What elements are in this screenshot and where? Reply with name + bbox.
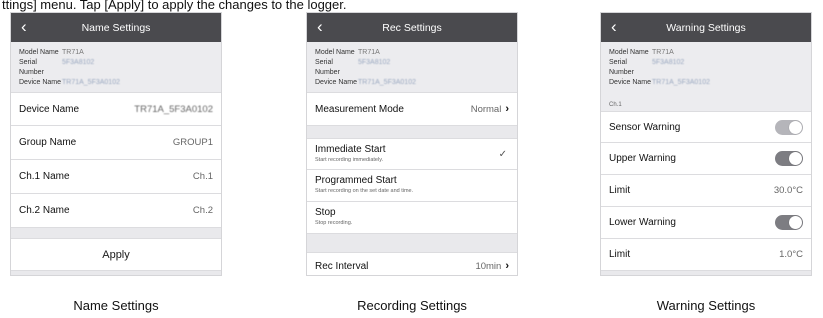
screen-title: Rec Settings (382, 21, 442, 34)
device-info: Model Name TR71A Serial Number 5F3A8102 De… (11, 42, 221, 92)
warning-settings-caption: Warning Settings (656, 298, 756, 313)
option-title: Programmed Start (315, 175, 397, 186)
row-value: Ch.2 (192, 205, 213, 216)
upper-limit-value: 30.0°C (773, 185, 803, 196)
checkmark-icon: ✓ (498, 149, 507, 160)
spacer (11, 228, 221, 238)
lower-limit-row[interactable]: Limit 1.0°C (601, 239, 811, 271)
serial-number-value: 5F3A8102 (652, 59, 685, 66)
spacer (307, 126, 517, 138)
device-name-value: TR71A_5F3A0102 (358, 79, 416, 86)
nav-bar: ‹ Name Settings (11, 13, 221, 42)
chevron-right-icon: › (505, 260, 509, 272)
model-name-value: TR71A (652, 49, 674, 56)
upper-warning-toggle[interactable] (775, 151, 803, 166)
device-name-label: Device Name (19, 79, 62, 86)
toggle-knob (789, 120, 802, 134)
nav-bar: ‹ Rec Settings (307, 13, 517, 42)
back-chevron-icon[interactable]: ‹ (21, 17, 27, 37)
row-label: Ch.2 Name (19, 205, 70, 216)
toggle-knob (789, 152, 802, 165)
sensor-warning-toggle[interactable] (775, 119, 803, 135)
serial-number-value: 5F3A8102 (358, 59, 391, 66)
device-name-label: Device Name (315, 79, 358, 86)
ch1-name-row[interactable]: Ch.1 Name Ch.1 (11, 160, 221, 194)
rec-interval-label: Rec Interval (315, 260, 369, 272)
device-name-value: TR71A_5F3A0102 (652, 79, 710, 86)
lower-limit-label: Limit (609, 249, 631, 260)
row-value: GROUP1 (172, 137, 213, 148)
apply-button[interactable]: Apply (11, 238, 221, 271)
ch2-name-row[interactable]: Ch.2 Name Ch.2 (11, 194, 221, 228)
row-label: Group Name (19, 137, 77, 148)
recording-settings-caption: Recording Settings (357, 298, 467, 313)
nav-bar: ‹ Warning Settings (601, 13, 811, 42)
device-info: Model Name TR71A Serial Number 5F3A8102 De… (601, 42, 811, 92)
name-settings-screen: ‹ Name Settings Model Name TR71A Serial N… (10, 12, 222, 276)
device-name-row[interactable]: Device Name TR71A_5F3A0102 (11, 92, 221, 126)
warning-settings-screen: ‹ Warning Settings Model Name TR71A Seria… (600, 12, 812, 276)
upper-limit-label: Limit (609, 185, 631, 196)
measurement-mode-row[interactable]: Measurement Mode Normal › (307, 92, 517, 126)
screen-title: Name Settings (81, 21, 151, 34)
row-value: Ch.1 (192, 171, 213, 182)
stop-option[interactable]: Stop Stop recording. (307, 202, 517, 234)
section-header: Ch.1 (601, 92, 811, 111)
chevron-right-icon: › (505, 103, 509, 115)
back-chevron-icon[interactable]: ‹ (611, 17, 617, 37)
serial-number-label: Serial Number (19, 59, 44, 76)
spacer (307, 234, 517, 252)
serial-number-label: Serial Number (315, 59, 340, 76)
lower-warning-row: Lower Warning (601, 207, 811, 239)
immediate-start-option[interactable]: Immediate Start Start recording immediat… (307, 138, 517, 170)
sensor-warning-row: Sensor Warning (601, 111, 811, 143)
model-name-label: Model Name (19, 49, 59, 56)
sensor-warning-label: Sensor Warning (609, 121, 681, 133)
option-title: Immediate Start (315, 144, 386, 155)
model-name-value: TR71A (358, 49, 380, 56)
model-name-label: Model Name (609, 49, 649, 56)
device-info: Model Name TR71A Serial Number 5F3A8102 De… (307, 42, 517, 92)
option-title: Stop (315, 207, 336, 218)
measurement-mode-label: Measurement Mode (315, 103, 404, 115)
option-subtitle: Start recording immediately. (315, 157, 384, 163)
device-name-label: Device Name (609, 79, 652, 86)
group-name-row[interactable]: Group Name GROUP1 (11, 126, 221, 160)
serial-number-label: Serial Number (609, 59, 634, 76)
lower-warning-toggle[interactable] (775, 215, 803, 230)
rec-interval-value: 10min (475, 260, 502, 272)
toggle-knob (789, 216, 802, 229)
measurement-mode-value: Normal (470, 103, 502, 115)
lower-limit-value: 1.0°C (779, 249, 803, 260)
option-subtitle: Start recording on the set date and time… (315, 188, 414, 194)
option-subtitle: Stop recording. (315, 220, 353, 226)
back-chevron-icon[interactable]: ‹ (317, 17, 323, 37)
upper-warning-label: Upper Warning (609, 153, 676, 164)
rec-interval-row[interactable]: Rec Interval 10min › (307, 252, 517, 275)
row-label: Device Name (19, 103, 80, 115)
rec-settings-screen: ‹ Rec Settings Model Name TR71A Serial Nu… (306, 12, 518, 276)
name-settings-caption: Name Settings (73, 298, 159, 313)
model-name-value: TR71A (62, 49, 84, 56)
programmed-start-option[interactable]: Programmed Start Start recording on the … (307, 170, 517, 202)
row-value: TR71A_5F3A0102 (134, 103, 213, 115)
name-list: Device Name TR71A_5F3A0102 Group Name GROU… (11, 92, 221, 228)
row-label: Ch.1 Name (19, 171, 70, 182)
serial-number-value: 5F3A8102 (62, 59, 95, 66)
upper-warning-row: Upper Warning (601, 143, 811, 175)
device-name-value: TR71A_5F3A0102 (62, 79, 120, 86)
model-name-label: Model Name (315, 49, 355, 56)
screen-title: Warning Settings (666, 21, 746, 34)
lower-warning-label: Lower Warning (609, 217, 676, 228)
upper-limit-row[interactable]: Limit 30.0°C (601, 175, 811, 207)
